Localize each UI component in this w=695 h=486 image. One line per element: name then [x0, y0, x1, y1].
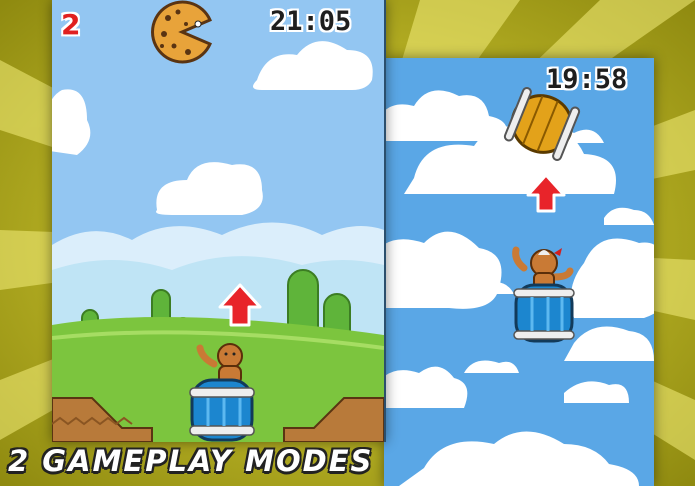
sky-mode-panel: 19:58 [384, 58, 654, 486]
blue-barrel-cannon [189, 378, 255, 442]
blue-barrel-cannon [513, 283, 575, 343]
sky-mode-scene [384, 58, 654, 486]
hills-mode-panel: 2 21:05 [52, 0, 386, 442]
timer-display: 21:05 [270, 6, 352, 37]
hills-mode-scene [52, 0, 384, 442]
caption-title: 2 GAMEPLAY MODES [8, 444, 374, 478]
score-counter: 2 [61, 8, 81, 41]
timer-display: 19:58 [546, 64, 628, 95]
